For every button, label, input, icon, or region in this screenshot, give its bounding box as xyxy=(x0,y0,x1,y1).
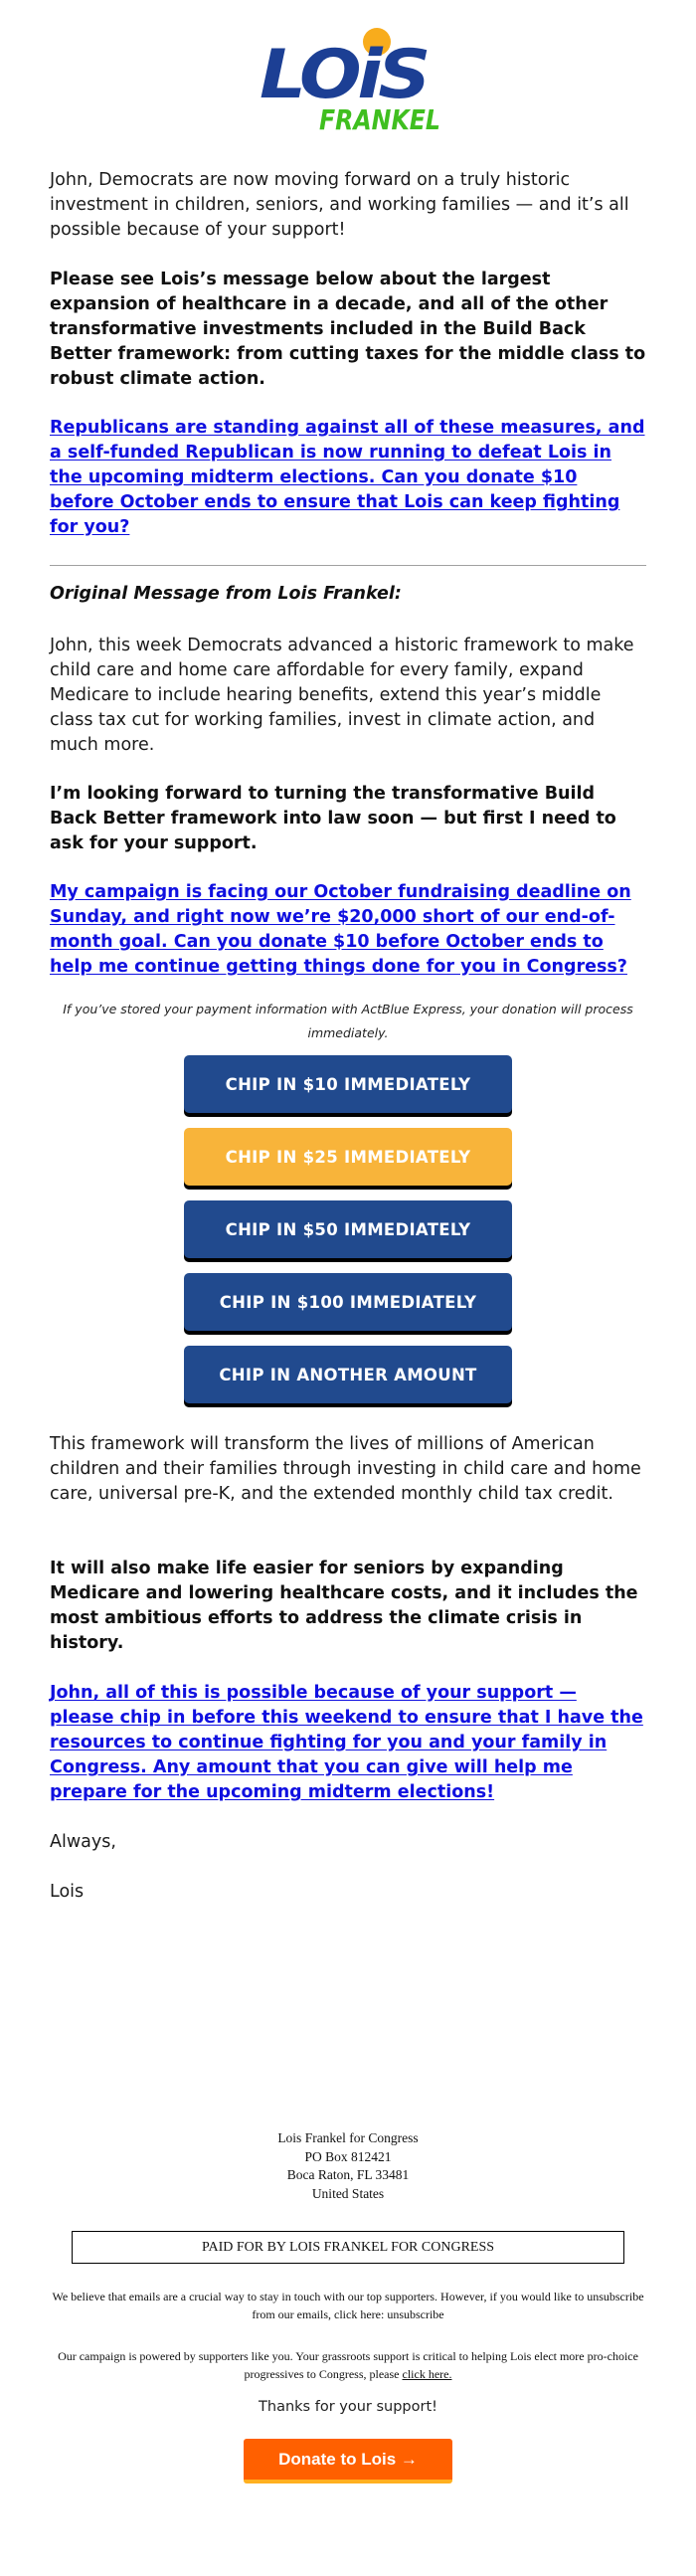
intro-paragraph-2-block: Please see Lois’s message below about th… xyxy=(50,268,646,392)
intro-paragraph-1: John, Democrats are now moving forward o… xyxy=(50,170,629,240)
paid-for-disclaimer: PAID FOR BY LOIS FRANKEL FOR CONGRESS xyxy=(72,2231,624,2264)
intro-link-block: Republicans are standing against all of … xyxy=(50,416,646,540)
intro-paragraph-1-block: John, Democrats are now moving forward o… xyxy=(50,168,646,243)
signoff: Always, xyxy=(50,1832,116,1852)
actblue-express-note: If you’ve stored your payment informatio… xyxy=(63,1002,633,1040)
original-heading-block: Original Message from Lois Frankel: xyxy=(50,582,646,607)
intro-paragraph-2: Please see Lois’s message below about th… xyxy=(50,270,646,389)
original-link-block: My campaign is facing our October fundra… xyxy=(50,880,646,980)
chip-in-100-button[interactable]: CHIP IN $100 IMMEDIATELY xyxy=(184,1273,512,1331)
donate-link-support[interactable]: John, all of this is possible because of… xyxy=(50,1683,643,1802)
logo-last-name: FRANKEL xyxy=(319,103,440,135)
chip-in-10-button[interactable]: CHIP IN $10 IMMEDIATELY xyxy=(184,1055,512,1113)
closing-paragraph-2: It will also make life easier for senior… xyxy=(50,1559,638,1653)
unsubscribe-text: We believe that emails are a crucial way… xyxy=(52,2290,644,2321)
original-paragraph-1: John, this week Democrats advanced a his… xyxy=(50,636,634,755)
chip-in-50-button[interactable]: CHIP IN $50 IMMEDIATELY xyxy=(184,1200,512,1258)
address-line: PO Box 812421 xyxy=(304,2148,392,2164)
closing-paragraph-1-block: This framework will transform the lives … xyxy=(50,1432,646,1507)
logo-graphic: LOiS FRANKEL xyxy=(260,28,440,136)
powered-by-notice: Our campaign is powered by supporters li… xyxy=(50,2347,646,2383)
signature: Lois xyxy=(50,1882,85,1902)
chip-in-25-button[interactable]: CHIP IN $25 IMMEDIATELY xyxy=(184,1128,512,1186)
divider xyxy=(50,565,646,566)
original-message-heading: Original Message from Lois Frankel: xyxy=(50,584,402,604)
signoff-block: Always, xyxy=(50,1830,646,1855)
address-line: United States xyxy=(311,2185,385,2201)
mailing-address: Lois Frankel for Congress PO Box 812421 … xyxy=(50,2129,646,2203)
donate-link-republicans[interactable]: Republicans are standing against all of … xyxy=(50,418,644,537)
address-line: Lois Frankel for Congress xyxy=(277,2130,419,2145)
address-line: Boca Raton, FL 33481 xyxy=(286,2167,410,2182)
closing-link-block: John, all of this is possible because of… xyxy=(50,1681,646,1805)
thanks-text: Thanks for your support! xyxy=(259,2399,437,2415)
original-paragraph-2: I’m looking forward to turning the trans… xyxy=(50,784,616,853)
donate-link-deadline[interactable]: My campaign is facing our October fundra… xyxy=(50,882,631,977)
original-paragraph-1-block: John, this week Democrats advanced a his… xyxy=(50,634,646,758)
original-paragraph-2-block: I’m looking forward to turning the trans… xyxy=(50,782,646,856)
closing-paragraph-2-block: It will also make life easier for senior… xyxy=(50,1557,646,1656)
powered-by-text: Our campaign is powered by supporters li… xyxy=(58,2349,638,2381)
donate-to-lois-button[interactable]: Donate to Lois → xyxy=(244,2439,452,2484)
unsubscribe-notice: We believe that emails are a crucial way… xyxy=(50,2288,646,2323)
signature-block: Lois xyxy=(50,1880,646,1905)
click-here-link[interactable]: click here. xyxy=(403,2367,452,2381)
chip-in-other-amount-button[interactable]: CHIP IN ANOTHER AMOUNT xyxy=(184,1346,512,1403)
unsubscribe-link[interactable]: unsubscribe xyxy=(387,2307,443,2321)
lois-frankel-logo: LOiS FRANKEL xyxy=(254,26,452,136)
closing-paragraph-1: This framework will transform the lives … xyxy=(50,1434,641,1504)
